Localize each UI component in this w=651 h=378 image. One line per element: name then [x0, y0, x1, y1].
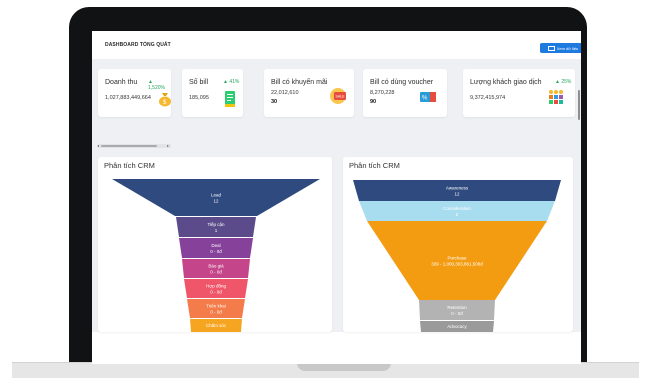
funnel-segment-lead[interactable] — [112, 179, 320, 216]
funnel-segment-name: Consideration — [443, 206, 471, 211]
sale-tag-icon: SALE — [330, 88, 346, 104]
kpi-card-voucher-bills[interactable]: Bill có dùng voucher 8,270,228 90 % — [363, 69, 447, 117]
kpi-value: 8,270,228 — [370, 90, 395, 96]
kpi-title: Bill có khuyến mãi — [271, 79, 328, 86]
funnel-segment-purchase[interactable] — [367, 221, 547, 300]
funnel-segment-name: Purchase — [447, 256, 467, 261]
funnel-segment-name: Deal — [211, 243, 220, 248]
kpi-value: 9,372,415,974 — [470, 95, 506, 101]
kpi-title: Số bill — [189, 79, 209, 86]
kpi-sub: 30 — [271, 99, 278, 105]
funnel-segment-tri-n-khai[interactable] — [187, 299, 245, 318]
funnel-segment-name: Lead — [211, 193, 222, 198]
funnel-segment-name: Hợp đồng — [206, 284, 226, 289]
kpi-growth: ▲ 41% — [223, 79, 240, 85]
kpi-value: 1,027,883,449,664 — [105, 95, 151, 101]
funnel-segment-awareness[interactable] — [353, 180, 561, 201]
kpi-value: 185,095 — [189, 95, 209, 101]
scrollbar-thumb[interactable] — [101, 145, 157, 147]
kpi-title: Doanh thu — [105, 79, 138, 86]
table-icon — [547, 45, 555, 51]
svg-text:%: % — [422, 96, 428, 102]
crm-funnel-panel-right: Phân tích CRM Awareness 12 Consideration 2 P… — [343, 157, 573, 332]
funnel-segment-name: Chăm sóc — [206, 323, 227, 328]
kpi-value: 22,012,610 — [271, 90, 299, 96]
funnel-segment-name: Triển khai — [206, 303, 226, 309]
dashboard-screen: DASHBOARD TỔNG QUÁT Xem dữ liệu Doanh th… — [92, 31, 581, 364]
vertical-scrollbar-thumb[interactable] — [578, 90, 580, 120]
kpi-horizontal-scrollbar[interactable]: ◂ ▸ — [97, 144, 171, 148]
dashboard-header: DASHBOARD TỔNG QUÁT Xem dữ liệu — [92, 31, 581, 59]
page-title: DASHBOARD TỔNG QUÁT — [105, 42, 171, 48]
kpi-title: Lượng khách giao dịch — [470, 79, 542, 86]
bill-icon — [225, 91, 235, 107]
funnel-segment-value: 0 - 0đ — [210, 270, 222, 275]
funnel-segment-b-o-gi-[interactable] — [182, 259, 250, 278]
kpi-growth: ▲ 25% — [555, 79, 572, 85]
kpi-sub: 90 — [370, 99, 377, 105]
kpi-card-bill-count[interactable]: Số bill ▲ 41% 185,095 — [182, 69, 243, 117]
dashboard-content: Doanh thu ▲ 1,520% 1,027,883,449,664 $ S… — [92, 59, 581, 332]
scroll-left-icon[interactable]: ◂ — [97, 144, 99, 148]
funnel-segment-h-p-ng[interactable] — [184, 279, 248, 298]
svg-text:SALE: SALE — [336, 95, 346, 99]
funnel-segment-value: 0 - 0đ — [210, 310, 222, 315]
funnel-segment-ti-p-c-n[interactable] — [176, 217, 256, 237]
crm-funnel-chart-right: Awareness12Consideration2Purchase309 - 1… — [353, 180, 561, 332]
funnel-segment-name: Retention — [447, 305, 467, 310]
kpi-card-customers[interactable]: Lượng khách giao dịch ▲ 25% 9,372,415,97… — [463, 69, 575, 117]
money-bag-icon: $ — [159, 93, 171, 107]
view-data-button[interactable]: Xem dữ liệu — [540, 43, 581, 53]
kpi-growth: ▲ 1,520% — [148, 79, 165, 91]
crm-funnel-chart-left: Lead12Tiếp cận1Deal0 - 0đBáo giá0 - 0đHợ… — [112, 179, 320, 332]
funnel-segment-name: Advocacy — [447, 324, 467, 329]
funnel-segment-value: 0 - 0đ — [210, 249, 222, 254]
laptop-base — [12, 362, 639, 378]
kpi-card-promo-bills[interactable]: Bill có khuyến mãi 22,012,610 30 SALE — [264, 69, 354, 117]
kpi-card-revenue[interactable]: Doanh thu ▲ 1,520% 1,027,883,449,664 $ — [98, 69, 171, 117]
funnel-segment-value: 0 - 0đ — [451, 311, 463, 316]
funnel-segment-value: 12 — [454, 192, 460, 197]
funnel-segment-retention[interactable] — [419, 300, 495, 320]
laptop-notch — [297, 363, 391, 371]
funnel-segment-value: 12 — [213, 199, 219, 204]
funnel-segment-value: 309 - 1,000,303,861,508đ — [431, 262, 483, 267]
voucher-icon: % — [420, 92, 436, 102]
funnel-segment-value: 0 - 0đ — [210, 290, 222, 295]
view-data-label: Xem dữ liệu — [556, 45, 579, 51]
funnel-segment-consideration[interactable] — [359, 201, 555, 221]
kpi-title: Bill có dùng voucher — [370, 79, 434, 86]
scroll-right-icon[interactable]: ▸ — [167, 144, 169, 148]
crm-funnel-panel-left: Phân tích CRM Lead 12 Tiếp cận 1 Deal 0 - 0đ B… — [98, 157, 332, 332]
funnel-segment-deal[interactable] — [179, 238, 253, 258]
funnel-segment-name: Awareness — [446, 186, 469, 191]
funnel-segment-name: Báo giá — [208, 264, 224, 269]
funnel-segment-name: Tiếp cận — [207, 222, 225, 227]
customers-icon — [549, 90, 563, 104]
